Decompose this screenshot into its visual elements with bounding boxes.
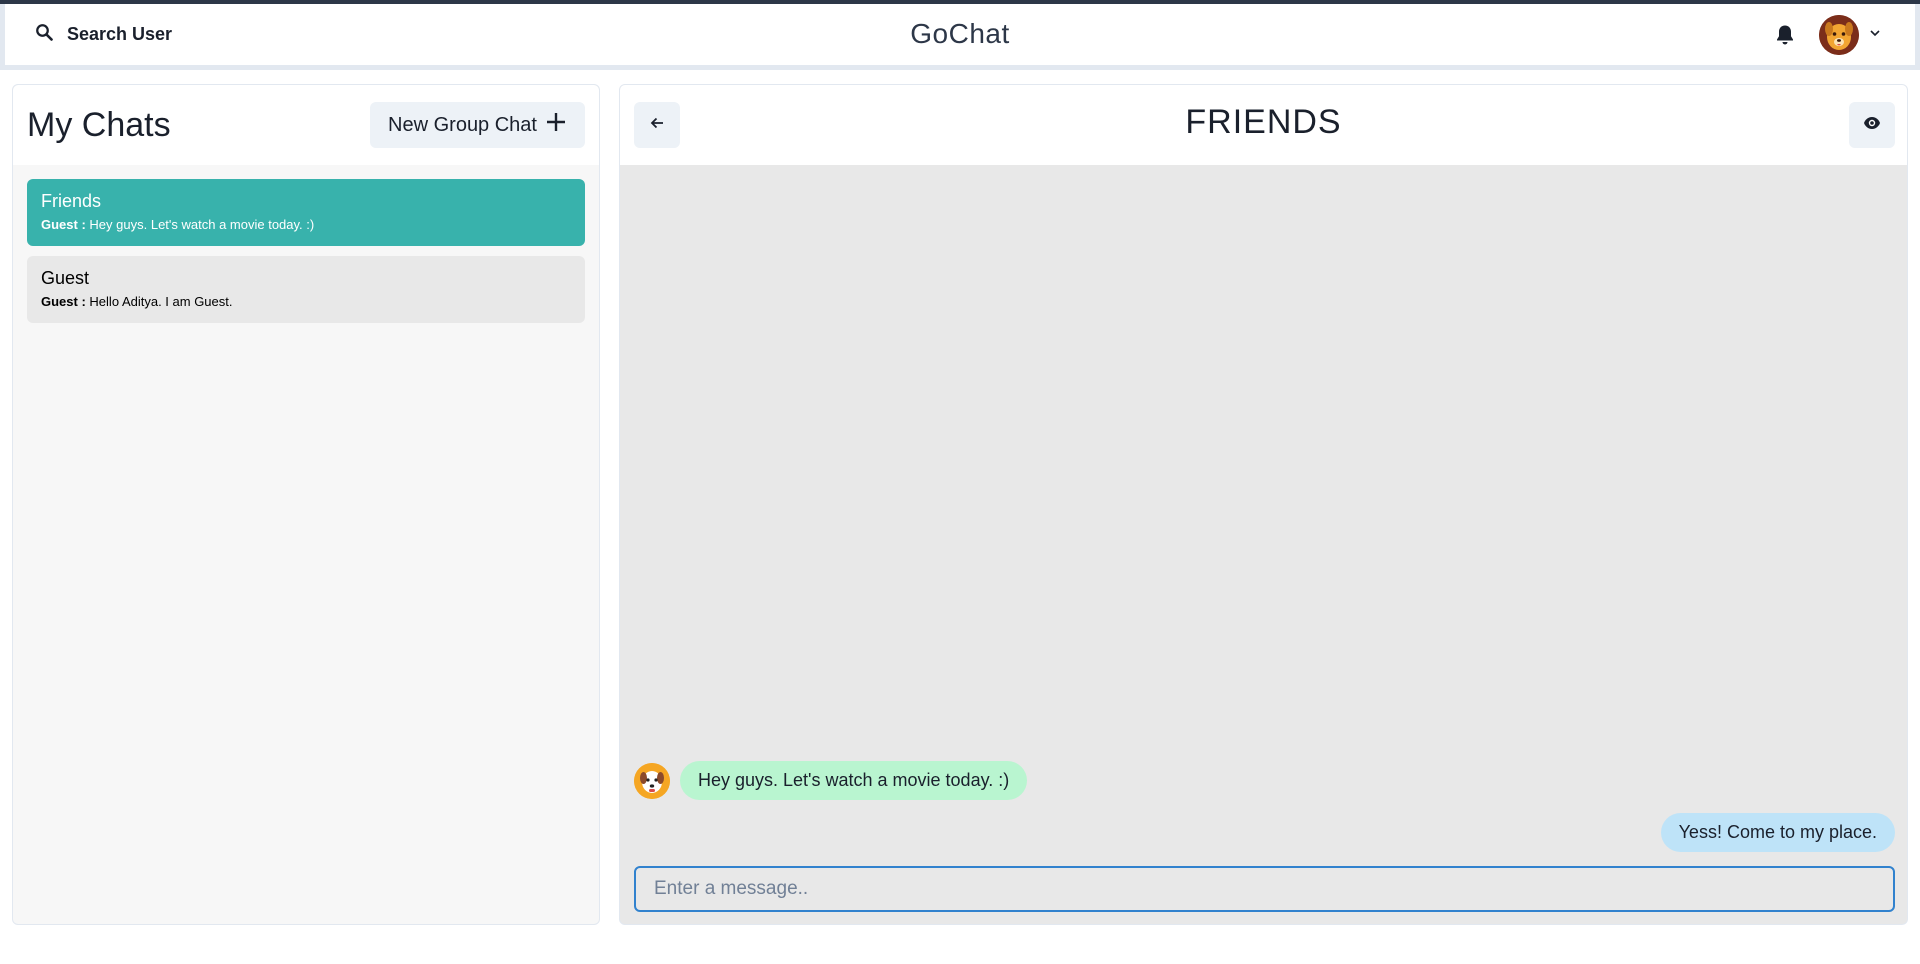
app-title: GoChat (910, 18, 1010, 49)
profile-menu-button[interactable] (1819, 14, 1881, 55)
sender-avatar (634, 762, 670, 799)
chat-name: Guest (41, 268, 90, 288)
my-chats-header: My Chats New Group Chat (13, 85, 599, 165)
chat-list: Friends Guest : Hey guys. Let's watch a … (13, 165, 599, 323)
search-icon (35, 23, 53, 46)
my-chats-panel: My Chats New Group Chat Friends Guest : … (12, 84, 600, 925)
chat-preview: Guest : Hey guys. Let's watch a movie to… (41, 217, 571, 232)
chat-preview-sender: Guest : (41, 294, 86, 309)
top-navbar: Search User GoChat (0, 4, 1920, 70)
plus-icon (545, 111, 567, 139)
message-bubble: Yess! Come to my place. (1660, 813, 1895, 852)
chat-name: Friends (41, 191, 102, 211)
header-actions (1773, 14, 1915, 55)
new-group-chat-button[interactable]: New Group Chat (370, 102, 585, 148)
message-input[interactable] (634, 866, 1895, 912)
chat-item-friends[interactable]: Friends Guest : Hey guys. Let's watch a … (27, 179, 585, 246)
eye-icon (1863, 116, 1881, 135)
conversation-header: FRIENDS (620, 85, 1907, 165)
search-user-label: Search User (67, 24, 173, 44)
search-user-button[interactable]: Search User (5, 13, 199, 57)
message-bubble: Hey guys. Let's watch a movie today. :) (680, 761, 1028, 800)
message-sent: Yess! Come to my place. (1660, 813, 1895, 852)
chat-item-guest[interactable]: Guest Guest : Hello Aditya. I am Guest. (27, 256, 585, 323)
message-received: Hey guys. Let's watch a movie today. :) (634, 761, 1028, 800)
avatar (1819, 14, 1859, 55)
conversation-title: FRIENDS (1185, 103, 1342, 141)
chevron-down-icon (1869, 26, 1881, 44)
bell-icon[interactable] (1773, 23, 1797, 47)
chat-preview-text: Hello Aditya. I am Guest. (89, 294, 233, 309)
chat-preview-text: Hey guys. Let's watch a movie today. :) (89, 217, 315, 232)
my-chats-title: My Chats (27, 105, 171, 144)
chat-preview: Guest : Hello Aditya. I am Guest. (41, 294, 571, 309)
chat-preview-sender: Guest : (41, 217, 86, 232)
new-group-chat-label: New Group Chat (388, 113, 537, 136)
back-button[interactable] (634, 102, 680, 148)
arrow-left-icon (650, 116, 664, 135)
view-details-button[interactable] (1849, 102, 1895, 148)
conversation-panel: FRIENDS Hey guys. Let's watch a movie to… (619, 84, 1908, 925)
